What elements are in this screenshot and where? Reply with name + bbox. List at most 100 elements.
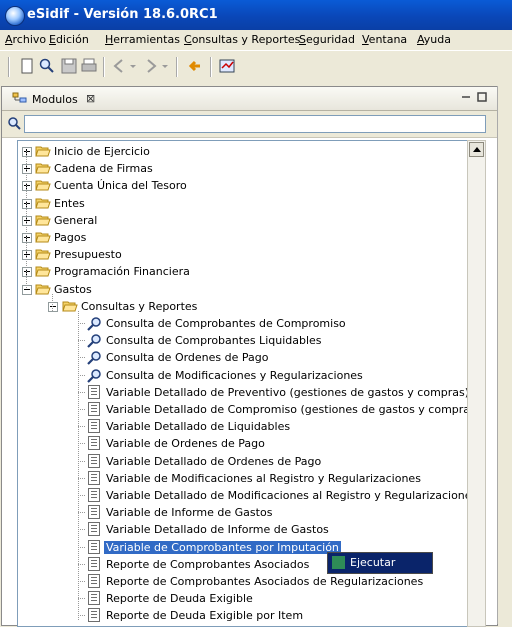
back-dropdown-icon[interactable] bbox=[128, 57, 138, 75]
maximize-icon[interactable] bbox=[476, 91, 488, 103]
tree-folder-entes[interactable]: Entes bbox=[18, 195, 467, 212]
tree-folder-inicio-de-ejercicio[interactable]: Inicio de Ejercicio bbox=[18, 143, 467, 160]
tree-folder-label: Entes bbox=[54, 196, 85, 210]
modules-tree-icon bbox=[12, 92, 27, 103]
tree-item[interactable]: Variable Detallado de Compromiso (gestio… bbox=[18, 401, 467, 418]
tree-item-label: Reporte de Deuda Exigible por Item bbox=[106, 609, 304, 623]
magnifier-icon bbox=[86, 368, 102, 383]
collapse-icon[interactable] bbox=[22, 284, 32, 295]
document-icon bbox=[88, 574, 100, 588]
search-icon bbox=[8, 117, 21, 130]
execute-icon bbox=[332, 556, 345, 569]
tree-item[interactable]: Variable de Informe de Gastos bbox=[18, 504, 467, 521]
magnifier-icon bbox=[86, 333, 102, 348]
tree-folder-label: Cuenta Única del Tesoro bbox=[54, 179, 187, 193]
save-icon[interactable] bbox=[60, 57, 78, 75]
tree-item[interactable]: Variable Detallado de Liquidables bbox=[18, 418, 467, 435]
tree-folder-presupuesto[interactable]: Presupuesto bbox=[18, 246, 467, 263]
filter-bar bbox=[2, 111, 497, 138]
tree-folder-label: Presupuesto bbox=[54, 248, 122, 262]
tree-folder-consultas-y-reportes[interactable]: Consultas y Reportes bbox=[18, 298, 467, 315]
expand-icon[interactable] bbox=[22, 267, 32, 278]
filter-input[interactable] bbox=[24, 115, 486, 133]
menu-archivo[interactable]: Archivo bbox=[5, 33, 46, 46]
document-icon bbox=[88, 402, 100, 416]
toolbar bbox=[0, 50, 512, 85]
tree-item[interactable]: Consulta de Ordenes de Pago bbox=[18, 349, 467, 366]
expand-icon[interactable] bbox=[22, 147, 32, 157]
tree-connector bbox=[78, 357, 86, 359]
tree-item[interactable]: Reporte de Deuda Exigible por Item bbox=[18, 607, 467, 624]
expand-icon[interactable] bbox=[22, 164, 32, 175]
tree-item[interactable]: Variable Detallado de Informe de Gastos bbox=[18, 521, 467, 538]
collapse-icon[interactable] bbox=[48, 301, 58, 312]
forward-icon[interactable] bbox=[142, 57, 160, 75]
report-icon[interactable] bbox=[218, 57, 236, 75]
tree-item[interactable]: Variable Detallado de Ordenes de Pago bbox=[18, 453, 467, 470]
folder-icon bbox=[35, 179, 51, 191]
tree-item[interactable]: Variable de Ordenes de Pago bbox=[18, 435, 467, 452]
folder-open-icon bbox=[62, 300, 78, 312]
tree-folder-label: General bbox=[54, 213, 98, 227]
tree-folder-general[interactable]: General bbox=[18, 212, 467, 229]
context-menu-execute[interactable]: Ejecutar bbox=[350, 556, 395, 569]
minimize-icon[interactable] bbox=[460, 91, 472, 103]
back-icon[interactable] bbox=[110, 57, 128, 75]
menu-ayuda[interactable]: Ayuda bbox=[417, 33, 451, 46]
tree-item-label: Variable Detallado de Informe de Gastos bbox=[106, 523, 329, 537]
folder-icon bbox=[35, 231, 51, 243]
print-icon[interactable] bbox=[80, 57, 98, 75]
folder-icon bbox=[35, 197, 51, 209]
tree-item-label: Variable Detallado de Modificaciones al … bbox=[106, 489, 468, 502]
menu-edicion[interactable]: Edición bbox=[49, 33, 89, 46]
new-document-icon[interactable] bbox=[18, 57, 36, 75]
expand-icon[interactable] bbox=[22, 198, 32, 209]
tree-item[interactable]: Variable Detallado de Preventivo (gestio… bbox=[18, 384, 467, 401]
tree-item-label: Reporte de Deuda Exigible bbox=[106, 592, 253, 606]
search-icon[interactable] bbox=[38, 57, 56, 75]
panel-tab-header: Modulos ⊠ bbox=[2, 87, 497, 111]
tree-folder-cadena-de-firmas[interactable]: Cadena de Firmas bbox=[18, 160, 467, 177]
expand-icon[interactable] bbox=[22, 250, 32, 261]
tree-item[interactable]: Reporte de Deuda Exigible bbox=[18, 590, 467, 607]
menu-consultas-reportes[interactable]: Consultas y Reportes bbox=[184, 33, 300, 46]
tree-item[interactable]: Variable Detallado de Modificaciones al … bbox=[18, 487, 467, 504]
tree-folder-label: Consultas y Reportes bbox=[81, 299, 198, 313]
tree-item-label: Variable Detallado de Ordenes de Pago bbox=[106, 454, 322, 468]
tree-item[interactable]: Consulta de Modificaciones y Regularizac… bbox=[18, 367, 467, 384]
folder-icon bbox=[35, 214, 51, 226]
vertical-scrollbar[interactable] bbox=[467, 140, 486, 627]
navigate-icon[interactable] bbox=[185, 57, 203, 75]
tree-folder-label: Cadena de Firmas bbox=[54, 162, 153, 176]
folder-icon bbox=[35, 162, 51, 174]
close-tab-icon[interactable]: ⊠ bbox=[86, 92, 95, 105]
tree-connector bbox=[78, 598, 86, 600]
tree-folder-gastos[interactable]: Gastos bbox=[18, 281, 467, 298]
menu-ventana[interactable]: Ventana bbox=[362, 33, 407, 46]
document-icon bbox=[88, 539, 100, 554]
tree-folder-label: Inicio de Ejercicio bbox=[54, 145, 150, 158]
tree-item-label: Consulta de Comprobantes Liquidables bbox=[106, 334, 322, 348]
tree-item-label: Variable Detallado de Preventivo (gestio… bbox=[106, 385, 468, 399]
document-icon bbox=[88, 419, 100, 434]
folder-icon bbox=[35, 283, 51, 295]
tree-item[interactable]: Reporte de Comprobantes Asociados de Reg… bbox=[18, 573, 467, 590]
expand-icon[interactable] bbox=[22, 233, 32, 243]
forward-dropdown-icon[interactable] bbox=[160, 57, 170, 75]
menu-seguridad[interactable]: Seguridad bbox=[299, 33, 355, 46]
tree-folder-pagos[interactable]: Pagos bbox=[18, 229, 467, 246]
tree-item[interactable]: Variable de Modificaciones al Registro y… bbox=[18, 470, 467, 487]
document-icon bbox=[88, 505, 100, 520]
tree-connector bbox=[78, 546, 86, 548]
scroll-up-button[interactable] bbox=[469, 142, 484, 157]
expand-icon[interactable] bbox=[22, 215, 32, 226]
tree-folder-cuenta-nica-del-tesoro[interactable]: Cuenta Única del Tesoro bbox=[18, 177, 467, 194]
tree-folder-programaci-n-financiera[interactable]: Programación Financiera bbox=[18, 263, 467, 280]
expand-icon[interactable] bbox=[22, 181, 32, 192]
tree-item[interactable]: Consulta de Comprobantes de Compromiso bbox=[18, 315, 467, 332]
tree-connector bbox=[78, 391, 86, 393]
menu-herramientas[interactable]: Herramientas bbox=[105, 33, 180, 46]
document-icon bbox=[88, 488, 100, 502]
tree-item[interactable]: Consulta de Comprobantes Liquidables bbox=[18, 332, 467, 349]
tree-connector bbox=[78, 374, 86, 376]
